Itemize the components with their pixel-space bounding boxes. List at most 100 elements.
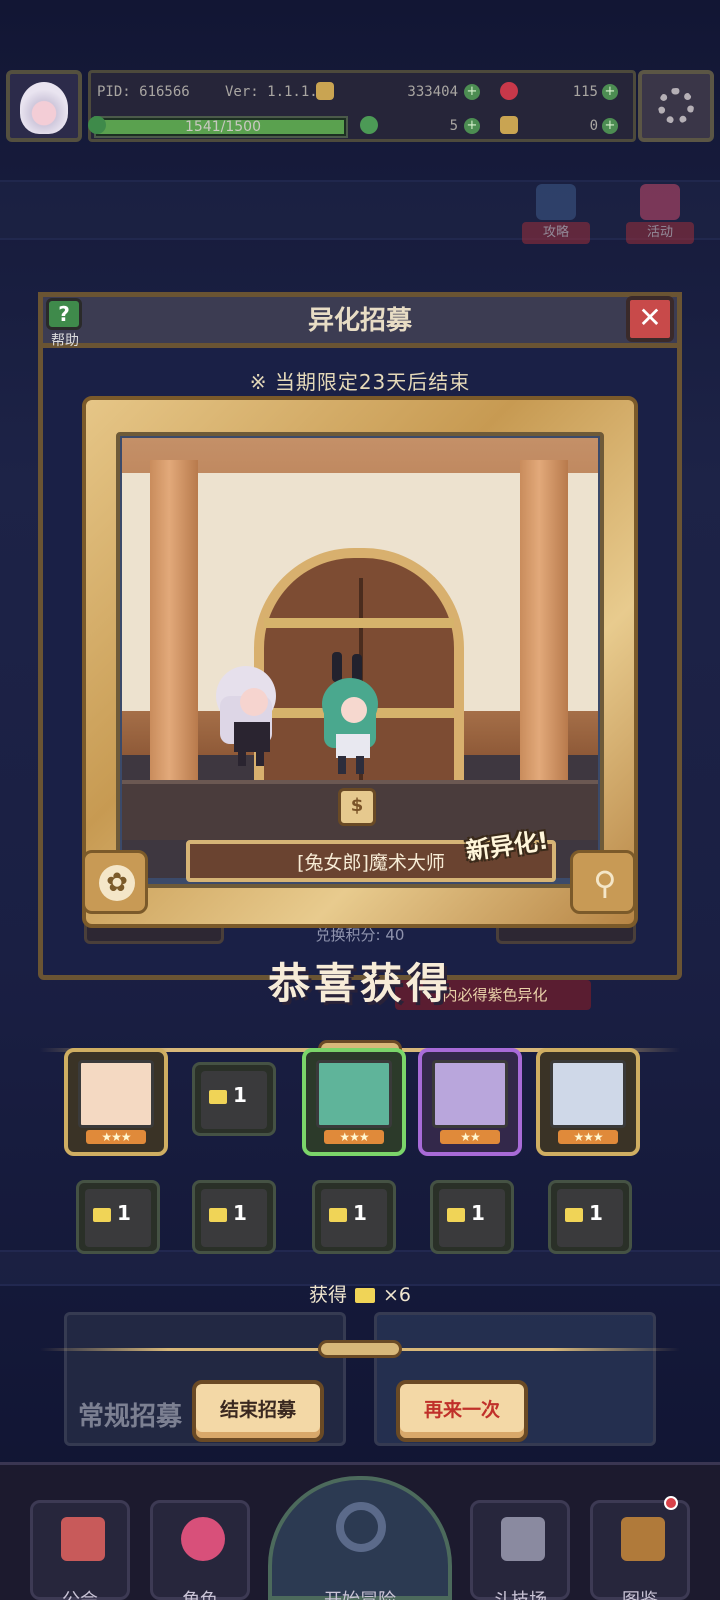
end-recruit-button[interactable]: 结束招募 — [192, 1380, 324, 1442]
coin-emblem-icon: $ — [338, 788, 376, 826]
gold-icon — [316, 82, 334, 100]
settings-button[interactable] — [638, 70, 714, 142]
folder-icon — [93, 1207, 111, 1222]
material-card[interactable]: 1 — [430, 1180, 514, 1254]
folder-icon — [209, 1207, 227, 1222]
material-card[interactable]: 1 — [192, 1062, 276, 1136]
obtain-count: ×6 — [383, 1284, 412, 1306]
bunny-magician-character — [322, 652, 378, 774]
player-avatar[interactable] — [6, 70, 82, 142]
scene-pillar-right — [520, 460, 568, 790]
key-count: 0 — [589, 118, 598, 134]
card-stars: ★★★ — [86, 1130, 146, 1144]
key-icon — [500, 116, 518, 134]
material-card[interactable]: 1 — [312, 1180, 396, 1254]
dialog-title: 异化招募 — [307, 306, 412, 336]
nav-character-label: 角色 — [150, 1586, 250, 1600]
clover-icon — [360, 116, 378, 134]
reward-card[interactable]: ★★★ — [302, 1048, 406, 1156]
pid-label: PID: 616566 — [97, 84, 190, 100]
card-portrait — [550, 1060, 626, 1128]
material-count-value: 1 — [471, 1201, 485, 1225]
swords-icon — [501, 1517, 545, 1561]
card-stars: ★★★ — [324, 1130, 384, 1144]
companion-character — [216, 666, 276, 766]
help-label: 帮助 — [51, 333, 79, 349]
nav-arena[interactable] — [470, 1500, 570, 1600]
scene-pillar-left — [150, 460, 198, 790]
material-card[interactable]: 1 — [76, 1180, 160, 1254]
material-count: 1 — [329, 1201, 389, 1225]
material-count-value: 1 — [353, 1201, 367, 1225]
guide-icon — [536, 184, 576, 220]
add-clover-button[interactable]: + — [464, 118, 480, 134]
folder-icon — [209, 1089, 227, 1104]
obtain-prefix: 获得 — [308, 1284, 347, 1306]
xp-text: 1541/1500 — [185, 119, 261, 135]
material-count-value: 1 — [233, 1201, 247, 1225]
material-card[interactable]: 1 — [192, 1180, 276, 1254]
card-portrait — [316, 1060, 392, 1128]
gem-icon — [500, 82, 518, 100]
clover-count: 5 — [449, 118, 458, 134]
congrats-title: 恭喜获得 — [267, 959, 452, 1008]
card-portrait — [432, 1060, 508, 1128]
guild-icon — [61, 1517, 105, 1561]
guide-label: 攻略 — [522, 222, 590, 244]
question-icon: ? — [46, 298, 82, 330]
card-portrait — [78, 1060, 154, 1128]
obtain-summary: 获得 ×6 — [230, 1280, 490, 1307]
stamina-icon — [88, 116, 106, 134]
close-icon: ✕ — [638, 301, 662, 334]
nav-guild[interactable] — [30, 1500, 130, 1600]
wand-button[interactable]: ⚲ — [570, 850, 636, 914]
nav-codex-label: 图鉴 — [590, 1586, 690, 1600]
nav-character[interactable] — [150, 1500, 250, 1600]
character-icon — [181, 1517, 225, 1561]
notification-dot — [664, 1496, 678, 1510]
divider-ornament — [318, 1340, 402, 1358]
gold-count: 333404 — [407, 84, 458, 100]
close-button[interactable]: ✕ — [626, 296, 674, 342]
recruit-again-button[interactable]: 再来一次 — [396, 1380, 528, 1442]
wand-icon: ⚲ — [593, 864, 617, 902]
paw-button[interactable]: ✿ — [82, 850, 148, 914]
gear-icon — [658, 88, 694, 124]
card-stars: ★★ — [440, 1130, 500, 1144]
version-label: Ver: 1.1.1.4 — [225, 84, 327, 100]
material-count: 1 — [447, 1201, 507, 1225]
reward-card[interactable]: ★★★ — [536, 1048, 640, 1156]
nav-arena-label: 斗技场 — [470, 1586, 570, 1600]
material-count: 1 — [565, 1201, 625, 1225]
guide-button[interactable]: 攻略 — [516, 176, 596, 256]
card-stars: ★★★ — [558, 1130, 618, 1144]
reward-card[interactable]: ★★★ — [64, 1048, 168, 1156]
folder-icon — [329, 1207, 347, 1222]
material-count: 1 — [93, 1201, 153, 1225]
book-icon — [621, 1517, 665, 1561]
reward-card[interactable]: ★★ — [418, 1048, 522, 1156]
material-count-value: 1 — [589, 1201, 603, 1225]
add-gold-button[interactable]: + — [464, 84, 480, 100]
nav-codex[interactable] — [590, 1500, 690, 1600]
avatar-face — [20, 82, 68, 134]
add-key-button[interactable]: + — [602, 118, 618, 134]
material-card[interactable]: 1 — [548, 1180, 632, 1254]
paw-icon: ✿ — [99, 865, 135, 901]
folder-icon — [565, 1207, 583, 1222]
material-count-value: 1 — [233, 1083, 247, 1107]
magnifier-icon — [336, 1502, 386, 1552]
event-button[interactable]: 活动 — [620, 176, 700, 256]
event-icon — [640, 184, 680, 220]
nav-adventure-label: 开始冒险 — [310, 1586, 410, 1600]
gem-count: 115 — [572, 84, 598, 100]
xp-bar: 1541/1500 — [94, 116, 348, 138]
event-label: 活动 — [626, 222, 694, 244]
material-count: 1 — [209, 1201, 269, 1225]
limited-time-notice: ※ 当期限定23天后结束 — [249, 370, 471, 394]
material-count-value: 1 — [117, 1201, 131, 1225]
folder-icon — [447, 1207, 465, 1222]
add-gem-button[interactable]: + — [602, 84, 618, 100]
nav-guild-label: 公会 — [30, 1586, 130, 1600]
folder-icon — [355, 1288, 375, 1303]
